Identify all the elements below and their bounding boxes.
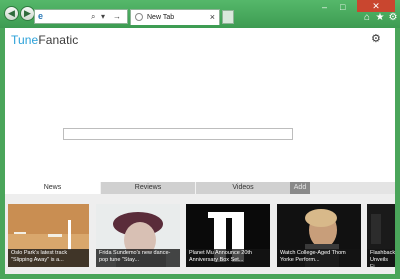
address-bar[interactable]: e ⌕ ▾ → [34,9,128,24]
loading-spinner-icon [135,13,143,21]
back-button[interactable]: ◀ [4,6,19,21]
tab-close-icon[interactable]: × [210,11,215,23]
browser-titlebar: ◀ ▶ e ⌕ ▾ → New Tab × – □ ✕ ⌂ ★ ⚙ [0,0,400,28]
tab-videos[interactable]: Videos [195,182,290,194]
tab-new-tab[interactable]: New Tab × [130,9,220,25]
news-tile-caption: Planet Mu Announce 20th Anniversary Box … [186,249,270,267]
tools-gear-icon[interactable]: ⚙ [388,13,398,23]
news-tile-caption: Oslo Park's latest track "Slipping Away"… [8,249,89,267]
settings-gear-icon[interactable]: ⚙ [371,34,381,45]
new-tab-button[interactable] [222,10,234,24]
browser-window: ◀ ▶ e ⌕ ▾ → New Tab × – □ ✕ ⌂ ★ ⚙ TuneFa… [0,0,400,279]
close-icon: ✕ [372,1,380,11]
news-tile-caption: Frida Sundemo's new dance-pop tune "Stay… [96,249,180,267]
maximize-icon[interactable]: □ [340,2,345,12]
back-arrow-icon: ◀ [8,8,15,18]
add-tab-button[interactable]: Add [290,182,310,194]
forward-button[interactable]: ▶ [20,6,35,21]
close-window-button[interactable]: ✕ [357,0,395,12]
news-tile[interactable]: Flashback Unveils Fi... [367,204,395,267]
minimize-icon[interactable]: – [322,2,327,12]
news-tile[interactable]: Oslo Park's latest track "Slipping Away"… [8,204,89,267]
news-tile[interactable]: Planet Mu Announce 20th Anniversary Box … [186,204,270,267]
home-icon[interactable]: ⌂ [362,13,372,23]
go-arrow-icon[interactable]: → [113,11,121,22]
page-content: TuneFanatic ⚙ News Reviews Videos Add Os… [5,28,395,274]
address-dropdown-icon[interactable]: ▾ [101,11,105,22]
news-tile-caption: Flashback Unveils Fi... [367,249,395,267]
favorites-star-icon[interactable]: ★ [375,13,385,23]
ie-page-icon: e [38,11,44,21]
news-tile-caption: Watch College-Aged Thom Yorke Perform... [277,249,361,267]
search-icon[interactable]: ⌕ [91,11,95,22]
tunefanatic-logo[interactable]: TuneFanatic [11,32,78,48]
search-input[interactable] [63,128,293,140]
logo-part-tune: Tune [11,33,39,47]
news-tile[interactable]: Frida Sundemo's new dance-pop tune "Stay… [96,204,180,267]
tab-title: New Tab [147,14,175,21]
forward-arrow-icon: ▶ [24,8,31,18]
logo-part-fanatic: Fanatic [38,33,79,47]
news-tile[interactable]: Watch College-Aged Thom Yorke Perform... [277,204,361,267]
tab-reviews[interactable]: Reviews [100,182,195,194]
tab-news[interactable]: News [5,182,100,194]
